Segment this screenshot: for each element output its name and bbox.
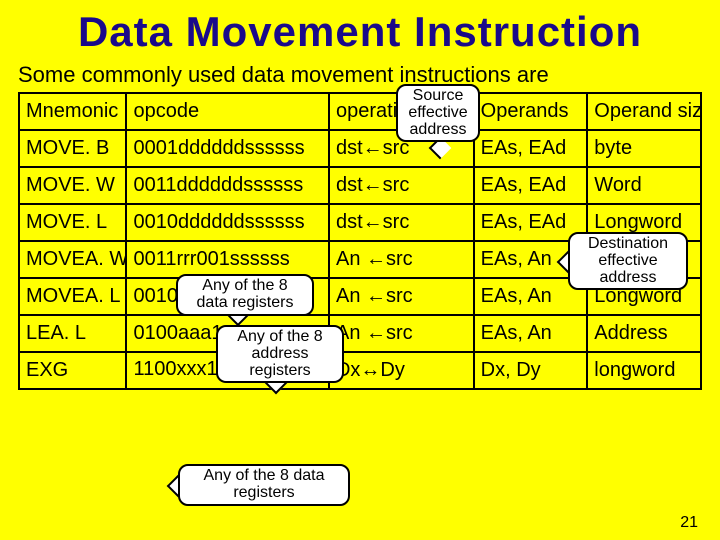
callout-data-registers-2: Any of the 8 data registers bbox=[178, 464, 350, 506]
cell-operation: dst←src bbox=[329, 167, 474, 204]
col-opcode: opcode bbox=[126, 93, 329, 130]
callout-data-registers: Any of the 8 data registers bbox=[176, 274, 314, 316]
cell-opcode: 0011rrr001ssssss bbox=[126, 241, 329, 278]
intro-text: Some commonly used data movement instruc… bbox=[18, 62, 702, 88]
cell-operation: An ←src bbox=[329, 278, 474, 315]
cell-size: Word bbox=[587, 167, 701, 204]
cell-operands: EAs, An bbox=[474, 315, 588, 352]
col-mnemonic: Mnemonic bbox=[19, 93, 126, 130]
cell-mnemonic: EXG bbox=[19, 352, 126, 389]
slide: Data Movement Instruction Some commonly … bbox=[0, 0, 720, 540]
cell-opcode: 0011ddddddssssss bbox=[126, 167, 329, 204]
col-operand-size: Operand size bbox=[587, 93, 701, 130]
cell-mnemonic: MOVEA. W bbox=[19, 241, 126, 278]
cell-mnemonic: LEA. L bbox=[19, 315, 126, 352]
cell-size: Address bbox=[587, 315, 701, 352]
cell-operands: EAs, EAd bbox=[474, 167, 588, 204]
slide-number: 21 bbox=[680, 514, 698, 532]
cell-opcode: 0010ddddddssssss bbox=[126, 204, 329, 241]
cell-mnemonic: MOVEA. L bbox=[19, 278, 126, 315]
table-row: EXG 1100xxx1mmmmmyyy Dx↔Dy Dx, Dy longwo… bbox=[19, 352, 701, 389]
table-header-row: Mnemonic opcode operation Operands Opera… bbox=[19, 93, 701, 130]
table-row: MOVE. W 0011ddddddssssss dst←src EAs, EA… bbox=[19, 167, 701, 204]
cell-operation: An ←src bbox=[329, 241, 474, 278]
cell-mnemonic: MOVE. B bbox=[19, 130, 126, 167]
table-row: LEA. L 0100aaa111ssssss An ←src EAs, An … bbox=[19, 315, 701, 352]
table-row: MOVE. B 0001ddddddssssss dst←src EAs, EA… bbox=[19, 130, 701, 167]
cell-opcode: 0001ddddddssssss bbox=[126, 130, 329, 167]
callout-destination-effective-address: Destination effective address bbox=[568, 232, 688, 290]
cell-mnemonic: MOVE. W bbox=[19, 167, 126, 204]
cell-operands: Dx, Dy bbox=[474, 352, 588, 389]
cell-size: byte bbox=[587, 130, 701, 167]
col-operands: Operands bbox=[474, 93, 588, 130]
cell-size: longword bbox=[587, 352, 701, 389]
cell-operation: Dx↔Dy bbox=[329, 352, 474, 389]
cell-operands: EAs, EAd bbox=[474, 130, 588, 167]
slide-title: Data Movement Instruction bbox=[18, 8, 702, 56]
callout-address-registers: Any of the 8 address registers bbox=[216, 325, 344, 383]
callout-source-effective-address: Source effective address bbox=[396, 84, 480, 142]
cell-operation: An ←src bbox=[329, 315, 474, 352]
cell-mnemonic: MOVE. L bbox=[19, 204, 126, 241]
cell-operation: dst←src bbox=[329, 204, 474, 241]
